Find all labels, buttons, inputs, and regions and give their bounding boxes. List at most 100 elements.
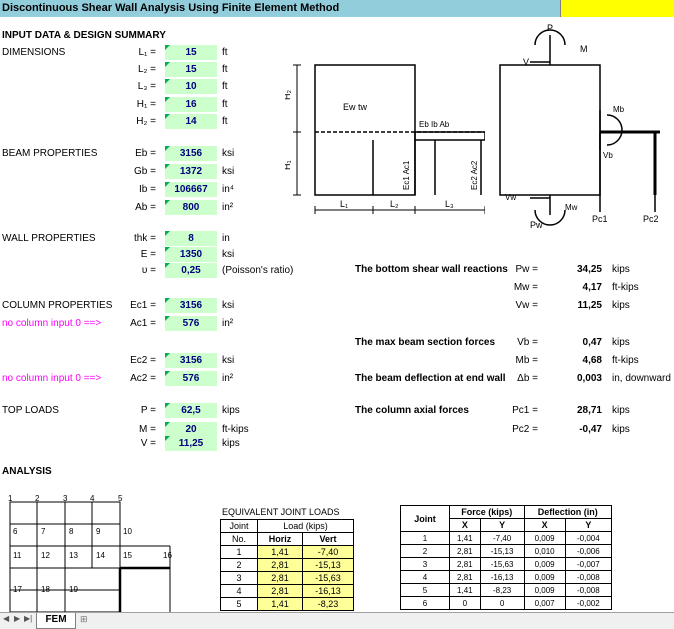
mesh-node-top-2: 3 [63,494,68,503]
col-input-2[interactable]: 3156 [165,353,217,368]
jl-cell: -7,40 [302,545,354,559]
beam-input-0[interactable]: 3156 [165,146,217,161]
beam-unit-0: ksi [222,148,235,159]
res-sym-5: Δb = [517,373,538,384]
mb-label: Mb [613,105,625,114]
wall-geometry-diagram: H₂ H₁ Ew tw Eb Ib Ab Ec1 Ac1 Ec2 Ac2 L₁ … [285,64,485,214]
l1-label: L₁ [340,199,348,209]
fem-mesh-diagram: 1 2 3 4 56 7 8 9 1011 12 13 14 15 1617 18 19 [8,494,172,612]
dim-input-2[interactable]: 10 [165,79,217,94]
wall-input-0[interactable]: 8 [165,231,217,246]
fd-h-fy: Y [479,518,525,532]
jl-cell: 4 [220,584,258,598]
dim-sym-3: H₁ = [136,99,156,110]
joint-loads-caption: EQUIVALENT JOINT LOADS [222,507,340,517]
h-joint: Joint [220,519,258,533]
fd-cell: 5 [400,583,450,597]
analysis-header: ANALYSIS [2,466,52,477]
fd-cell: 2,81 [449,570,481,584]
mesh-node-top-3: 4 [90,494,95,503]
column-note-1: no column input 0 ==> [2,318,102,329]
beam-unit-3: in² [222,202,234,213]
beam-unit-1: ksi [222,166,235,177]
fd-cell: 0,010 [523,544,566,558]
jl-cell: -8,23 [302,597,354,611]
col-input-3[interactable]: 576 [165,371,217,386]
res-val-1: 4,17 [582,282,602,293]
beam-input-1[interactable]: 1372 [165,164,217,179]
beam-sym-2: Ib = [139,184,156,195]
jl-cell: -15,63 [302,571,354,585]
sheet-title: Discontinuous Shear Wall Analysis Using … [2,2,340,14]
eb-label: Eb Ib Ab [419,120,450,129]
load-input-1[interactable]: 20 [165,422,217,437]
force-deflection-table: Joint Force (kips) Deflection (in) X Y X… [400,505,613,610]
l2-label: L₂ [390,199,399,209]
beam-input-3[interactable]: 800 [165,200,217,215]
mesh-node-top-1: 2 [35,494,40,503]
dim-input-1[interactable]: 15 [165,62,217,77]
beam-sym-3: Ab = [135,202,156,213]
res-val-4: 4,68 [582,355,602,366]
h-horiz: Horiz [256,532,304,546]
mesh-node-r1-0: 6 [13,527,18,536]
vw-label: Vw [505,193,516,202]
ec1-label: Ec1 Ac1 [402,160,411,190]
col-input-0[interactable]: 3156 [165,298,217,313]
insert-sheet-icon[interactable]: ⊞ [80,614,88,625]
fd-cell: -7,40 [479,531,525,545]
fd-cell: -8,23 [479,583,525,597]
table-row: 3 2,81 -15,63 0,009 -0,007 [400,557,613,571]
jl-cell: 1,41 [256,545,304,559]
load-input-2[interactable]: 11,25 [165,436,217,451]
next-sheet-icon[interactable]: ▶ [14,614,20,623]
beam-unit-2: in⁴ [222,184,235,195]
wall-input-2[interactable]: 0,25 [165,263,217,278]
ec2-label: Ec2 Ac2 [470,160,479,190]
wall-input-1[interactable]: 1350 [165,247,217,262]
dim-unit-1: ft [222,64,228,75]
input-header: INPUT DATA & DESIGN SUMMARY [2,30,166,41]
pc1-label: Pc1 [592,214,608,224]
dim-input-4[interactable]: 14 [165,114,217,129]
res-sym-4: Mb = [515,355,538,366]
res-unit-5: in, downward [612,373,671,384]
dim-input-3[interactable]: 16 [165,97,217,112]
prev-sheet-icon[interactable]: ◀ [3,614,9,623]
jl-cell: 2,81 [256,584,304,598]
load-input-0[interactable]: 62,5 [165,403,217,418]
dim-unit-2: ft [222,81,228,92]
column-forces-label: The column axial forces [355,405,469,416]
mesh-node-top-0: 1 [8,494,13,503]
beam-input-2[interactable]: 106667 [165,182,217,197]
dimensions-label: DIMENSIONS [2,47,66,58]
col-unit-0: ksi [222,300,235,311]
load-unit-2: kips [222,438,240,449]
ew-label: Ew tw [343,102,368,112]
fd-cell: -0,006 [564,544,613,558]
res-val-7: -0,47 [579,424,602,435]
fd-cell: 0,009 [523,570,566,584]
fd-cell: -15,13 [479,544,525,558]
fd-cell: 4 [400,570,450,584]
mesh-node-r3-1: 18 [41,585,50,594]
wall-unit-1: ksi [222,249,235,260]
table-row: 5 1,41 -8,23 [220,597,354,611]
last-sheet-icon[interactable]: ▶| [24,614,32,623]
mesh-node-top-4: 5 [118,494,123,503]
res-val-5: 0,003 [576,373,602,384]
dim-sym-2: L₃ = [137,81,156,92]
res-sym-3: Vb = [517,337,538,348]
dim-input-0[interactable]: 15 [165,45,217,60]
res-sym-1: Mw = [513,282,538,293]
table-row: 4 2,81 -16,13 [220,584,354,598]
res-unit-3: kips [612,337,630,348]
res-val-3: 0,47 [582,337,602,348]
col-sym-3: Ac2 = [130,373,156,384]
mesh-node-r3-2: 19 [69,585,78,594]
col-input-1[interactable]: 576 [165,316,217,331]
col-sym-0: Ec1 = [130,300,156,311]
res-sym-0: Pw = [515,264,538,275]
jl-cell: 1,41 [256,597,304,611]
sheet-tab-fem[interactable]: FEM [36,613,76,629]
